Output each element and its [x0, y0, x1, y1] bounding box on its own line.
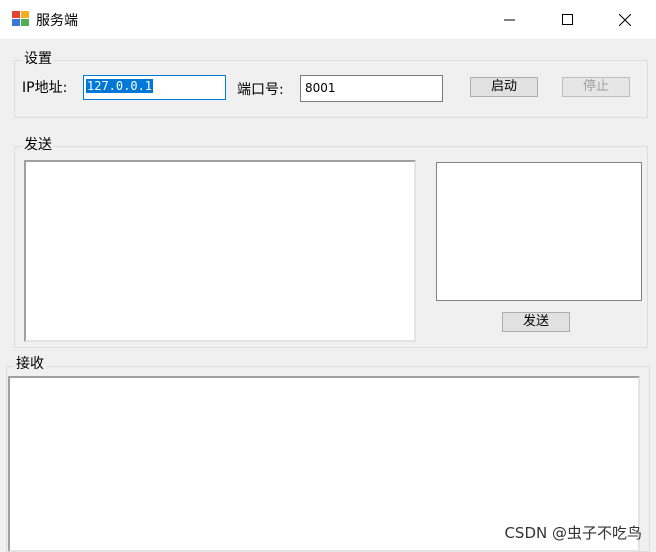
- settings-group-label: 设置: [22, 51, 54, 67]
- receive-group-label: 接收: [14, 356, 46, 372]
- maximize-button[interactable]: [538, 0, 596, 39]
- send-message-input[interactable]: [436, 162, 642, 301]
- title-bar: 服务端: [0, 0, 656, 39]
- send-button[interactable]: 发送: [502, 312, 570, 332]
- window-title: 服务端: [36, 13, 78, 29]
- minimize-button[interactable]: [480, 0, 538, 39]
- minimize-icon: [503, 19, 515, 21]
- port-label: 端口号:: [237, 82, 284, 98]
- close-icon: [619, 13, 631, 26]
- ip-address-value: 127.0.0.1: [86, 79, 154, 93]
- app-icon: [12, 11, 30, 27]
- port-value: 8001: [305, 81, 336, 95]
- ip-label: IP地址:: [22, 80, 68, 96]
- ip-address-input[interactable]: 127.0.0.1: [83, 75, 226, 100]
- watermark-text: CSDN @虫子不吃鸟: [504, 524, 642, 542]
- port-input[interactable]: 8001: [300, 75, 443, 102]
- start-button[interactable]: 启动: [470, 77, 538, 97]
- send-group-label: 发送: [22, 137, 54, 153]
- send-log-textarea[interactable]: [24, 160, 416, 342]
- stop-button[interactable]: 停止: [562, 77, 630, 97]
- close-button[interactable]: [596, 0, 654, 39]
- maximize-icon: [561, 14, 573, 25]
